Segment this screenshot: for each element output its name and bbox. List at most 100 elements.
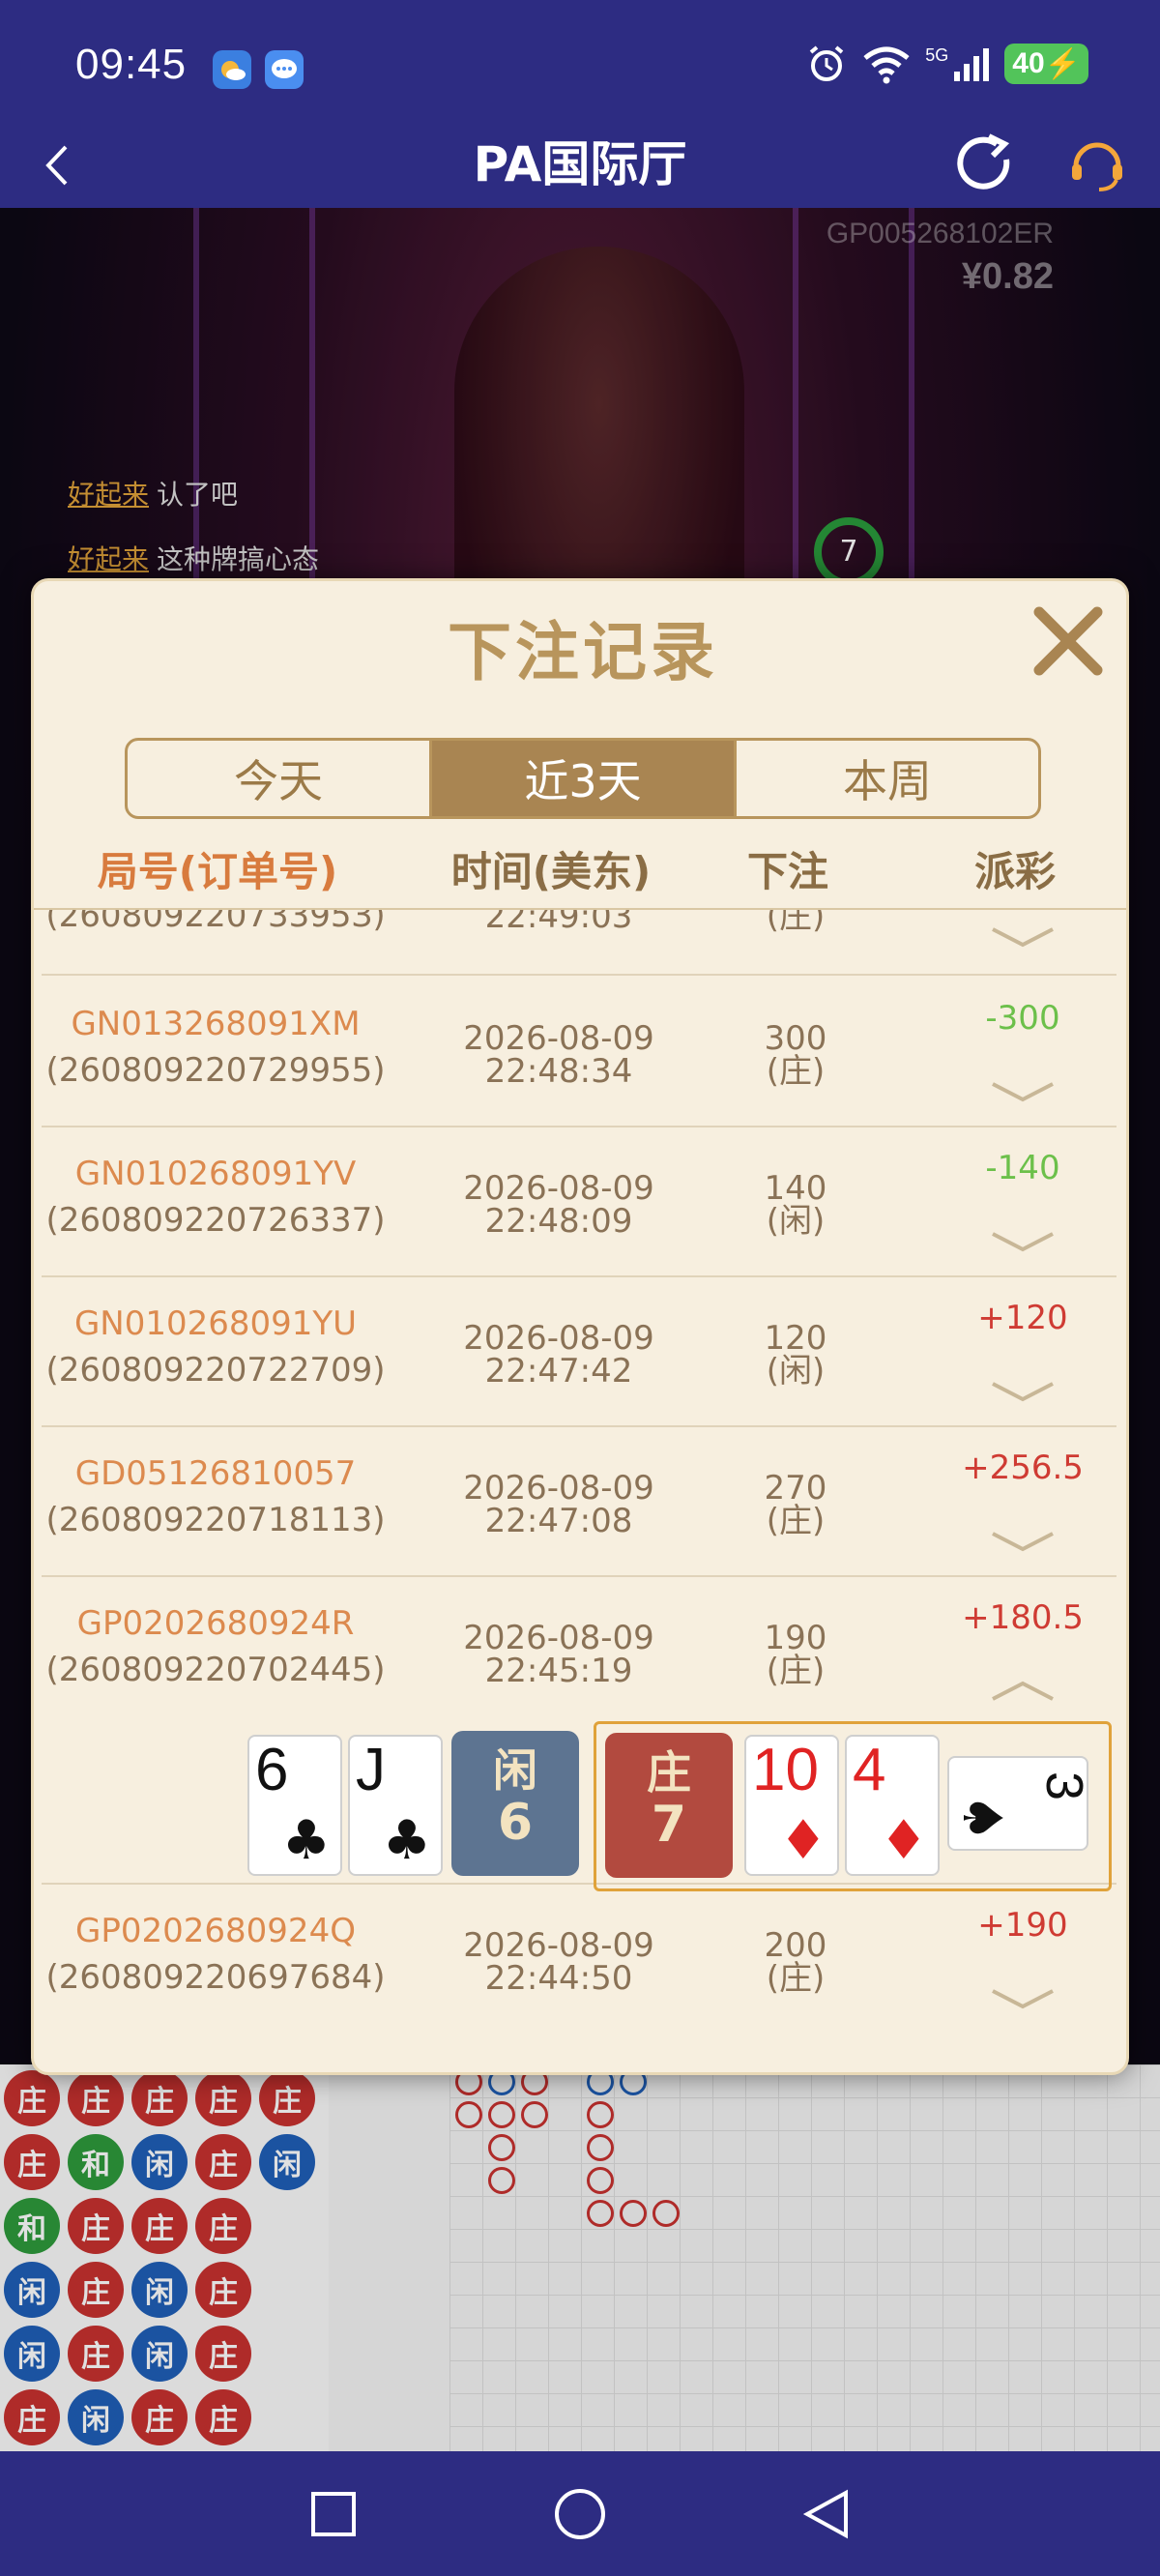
payout-value: +120 xyxy=(977,1299,1068,1337)
order-id: (260809220718113) xyxy=(45,1501,386,1539)
wifi-icon xyxy=(863,46,910,84)
refresh-button[interactable] xyxy=(945,121,1023,208)
date-range-tabs: 今天 近3天 本周 xyxy=(125,738,1041,819)
record-date: 2026-08-09 xyxy=(463,1926,654,1965)
record-id-cell: GP0202680924Q (260809220697684) xyxy=(42,1914,390,1995)
record-date: 2026-08-09 xyxy=(463,1019,654,1058)
bet-side: (庄) xyxy=(766,1502,826,1540)
bet-record-row[interactable]: GN010268091YV (260809220726337) 2026-08-09… xyxy=(42,1127,1116,1277)
record-id-cell: GN013268091YZ(26080922073395З) xyxy=(42,910,390,933)
customer-service-button[interactable] xyxy=(1058,121,1136,208)
game-id: GP0202680924R xyxy=(76,1604,355,1643)
bet-amount: 270 xyxy=(764,1469,827,1508)
chevron-down-icon xyxy=(992,1532,1054,1552)
record-id-cell: GN010268091YU (260809220722709) xyxy=(42,1306,390,1388)
expand-button[interactable] xyxy=(984,1222,1061,1261)
bet-amount: 120 xyxy=(764,1319,827,1358)
bet-record-row[interactable]: GP0202680924Q (260809220697684) 2026-08-09… xyxy=(42,1885,1116,2039)
record-bet-cell: 190 (庄) xyxy=(718,1622,873,1687)
record-bet-cell: 140 (闲) xyxy=(718,1172,873,1238)
expand-button[interactable] xyxy=(984,918,1061,956)
bet-record-modal: 下注记录 今天 近3天 本周 局号(订单号) 时间(美东) 下注 派彩 GN01… xyxy=(31,578,1129,2075)
chevron-up-icon xyxy=(992,1681,1054,1701)
bet-side: (庄) xyxy=(766,1052,826,1091)
card-suit-icon: ♦ xyxy=(879,1809,928,1872)
bet-amount: 190 xyxy=(764,1619,827,1657)
card-suit-icon: ♦ xyxy=(778,1809,827,1872)
close-icon xyxy=(1033,606,1103,676)
collapse-button[interactable] xyxy=(984,1672,1061,1711)
record-time-cell: 2026-08-09 22:45:19 xyxy=(399,1622,718,1687)
order-id: (260809220729955) xyxy=(45,1051,386,1090)
modal-title: 下注记录 xyxy=(448,615,718,689)
tab-today[interactable]: 今天 xyxy=(128,741,432,816)
circle-icon xyxy=(555,2489,605,2539)
playing-card: J ♣ xyxy=(348,1735,443,1876)
record-time: 22:48:09 xyxy=(484,1202,633,1241)
record-time-cell: 2026-08-09 22:47:08 xyxy=(399,1472,718,1537)
game-id: GN013268091XM xyxy=(71,1005,361,1043)
charging-icon: ⚡ xyxy=(1044,47,1081,80)
column-header-bet: 下注 xyxy=(746,847,828,895)
tab-last-3-days[interactable]: 近3天 xyxy=(432,741,737,816)
order-id: (260809220726337) xyxy=(45,1201,386,1240)
banker-score-badge: 庄7 xyxy=(605,1733,733,1878)
record-time-cell: 2026-08-09 22:44:50 xyxy=(399,1929,718,1995)
order-id: (26080922073395З) xyxy=(45,910,386,935)
bet-side: (庄) xyxy=(766,1959,826,1998)
bet-record-row[interactable]: GP0202680924R (260809220702445) 2026-08-09… xyxy=(42,1577,1116,1891)
tab-this-week[interactable]: 本周 xyxy=(737,741,1038,816)
bet-amount: 200 xyxy=(764,1926,827,1965)
recents-button[interactable] xyxy=(295,2480,372,2548)
close-button[interactable] xyxy=(1020,593,1116,689)
expand-button[interactable] xyxy=(984,1072,1061,1111)
bet-side: (闲) xyxy=(766,1352,826,1390)
card-rank: J xyxy=(356,1737,386,1803)
record-bet-cell: 507(庄) xyxy=(718,910,873,933)
card-rank: 3 xyxy=(1034,1771,1093,1801)
status-bar: 09:45 5G 40 ⚡ xyxy=(0,0,1160,121)
chevron-down-icon xyxy=(992,927,1054,948)
expand-button[interactable] xyxy=(984,1372,1061,1411)
network-type: 5G xyxy=(925,44,949,65)
record-bet-cell: 200 (庄) xyxy=(718,1929,873,1995)
bet-record-row[interactable]: GN013268091XM (260809220729955) 2026-08-09… xyxy=(42,978,1116,1127)
expand-button[interactable] xyxy=(984,1522,1061,1561)
bet-amount: 300 xyxy=(764,1019,827,1058)
expand-button[interactable] xyxy=(984,1979,1061,2018)
app-header: PA国际厅 xyxy=(0,121,1160,208)
record-id-cell: GN010268091YV (260809220726337) xyxy=(42,1156,390,1238)
card-suit-icon: ♣ xyxy=(382,1809,431,1872)
card-suit-icon: ♣ xyxy=(281,1809,331,1872)
playing-card: 10 ♦ xyxy=(744,1735,839,1876)
card-rank: 10 xyxy=(752,1737,819,1803)
order-id: (260809220722709) xyxy=(45,1351,386,1390)
record-date: 2026-08-09 xyxy=(463,1169,654,1208)
record-bet-cell: 300 (庄) xyxy=(718,1022,873,1088)
bet-record-row[interactable]: GN013268091YZ(26080922073395З) 2026-08-09… xyxy=(42,910,1116,976)
record-date: 2026-08-09 xyxy=(463,1469,654,1508)
record-time: 22:49:03 xyxy=(484,910,633,936)
bet-record-row[interactable]: GN010268091YU (260809220722709) 2026-08-09… xyxy=(42,1277,1116,1427)
playing-card: 3 ♠ xyxy=(947,1756,1093,1851)
message-app-icon xyxy=(265,50,304,89)
record-time: 22:48:34 xyxy=(484,1052,633,1091)
battery-indicator: 40 ⚡ xyxy=(1004,44,1088,84)
game-id: GN010268091YU xyxy=(73,1304,358,1343)
record-list[interactable]: GN013268091YZ(26080922073395З) 2026-08-09… xyxy=(42,910,1116,2061)
record-time-cell: 2026-08-09 22:47:42 xyxy=(399,1322,718,1388)
bet-record-row[interactable]: GD05126810057 (260809220718113) 2026-08-09… xyxy=(42,1427,1116,1577)
payout-value: +190 xyxy=(977,1906,1068,1945)
game-id: GD05126810057 xyxy=(74,1454,357,1493)
home-button[interactable] xyxy=(541,2480,619,2548)
alarm-icon xyxy=(809,45,844,81)
record-id-cell: GP0202680924R (260809220702445) xyxy=(42,1606,390,1687)
triangle-back-icon xyxy=(802,2489,848,2539)
payout-value: +256.5 xyxy=(962,1449,1084,1487)
record-time: 22:44:50 xyxy=(484,1959,633,1998)
player-score: 6 xyxy=(497,1794,534,1852)
battery-level: 40 xyxy=(1012,47,1045,79)
back-nav-button[interactable] xyxy=(788,2480,865,2548)
record-time-cell: 2026-08-09 22:48:34 xyxy=(399,1022,718,1088)
chevron-down-icon xyxy=(992,1382,1054,1402)
